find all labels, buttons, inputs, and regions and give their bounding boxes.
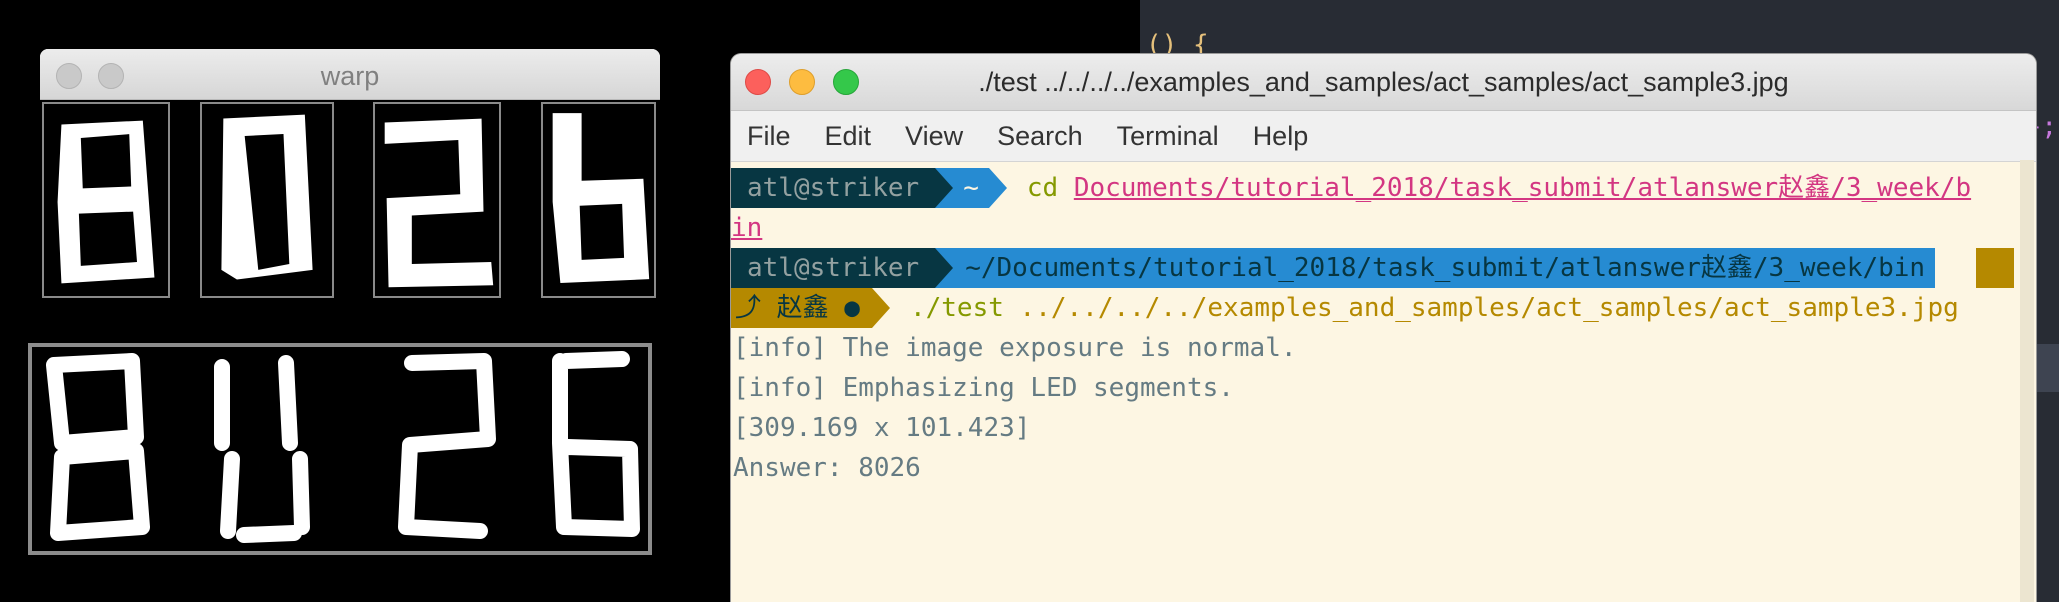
warp-digit-2 [373, 102, 501, 298]
prompt-user: atl@striker [731, 168, 936, 208]
powerline-separator [988, 168, 1007, 208]
digit-0-glyph [221, 114, 313, 280]
git-branch-segment: ⤴ 赵鑫 ● [731, 288, 872, 328]
warp-window: warp [40, 49, 660, 301]
warp-titlebar[interactable]: warp [40, 49, 660, 100]
terminal-titlebar[interactable]: ./test ../../../../examples_and_samples/… [731, 54, 2036, 111]
digit-2-glyph [384, 118, 494, 288]
output-line: [309.169 x 101.423] [733, 413, 1031, 443]
prompt-line-1: atl@striker ~ cd Documents/tutorial_2018/t… [731, 168, 2036, 208]
led-digits-outline [46, 351, 640, 543]
scrollbar[interactable] [2020, 160, 2034, 602]
menu-edit[interactable]: Edit [825, 121, 872, 152]
digit-6-glyph [552, 113, 650, 284]
window-title: warp [320, 61, 380, 91]
digit-8-glyph [57, 120, 155, 284]
window-title: ./test ../../../../examples_and_samples/… [978, 67, 1789, 97]
menu-bar: File Edit View Search Terminal Help [731, 111, 2036, 162]
prompt-line-1-wrap: in [731, 208, 2036, 248]
warp-digit-0 [200, 102, 334, 298]
terminal-window: ./test ../../../../examples_and_samples/… [731, 54, 2036, 602]
led-camera-image [28, 343, 652, 555]
command-text: cd [1026, 173, 1059, 203]
powerline-separator [935, 168, 954, 208]
output-line: [info] The image exposure is normal. [733, 333, 1297, 363]
menu-terminal[interactable]: Terminal [1117, 121, 1219, 152]
prompt-line-3: ⤴ 赵鑫 ● ./test ../../../../examples_and_sa… [731, 288, 2036, 328]
menu-search[interactable]: Search [997, 121, 1083, 152]
prompt-dir: ~ [953, 168, 989, 208]
powerline-separator [871, 288, 890, 328]
prompt-right-cap [1976, 248, 2014, 288]
menu-view[interactable]: View [905, 121, 963, 152]
output-line: [info] Emphasizing LED segments. [733, 373, 1234, 403]
command-args: ../../../../examples_and_samples/act_sam… [1019, 293, 1959, 323]
path-link-wrap[interactable]: in [731, 213, 762, 243]
command-text: ./test [909, 293, 1004, 323]
prompt-dir: ~/Documents/tutorial_2018/task_submit/at… [953, 248, 1936, 288]
prompt-user: atl@striker [731, 248, 936, 288]
warp-image [40, 100, 660, 301]
powerline-separator [935, 248, 954, 288]
terminal-output[interactable]: atl@striker ~ cd Documents/tutorial_2018/t… [731, 162, 2036, 488]
path-link[interactable]: Documents/tutorial_2018/task_submit/atla… [1074, 173, 1971, 203]
warp-digit-6 [541, 102, 656, 298]
warp-digit-8 [42, 102, 170, 298]
menu-help[interactable]: Help [1253, 121, 1309, 152]
output-answer: Answer: 8026 [733, 453, 921, 483]
prompt-line-2: atl@striker ~/Documents/tutorial_2018/tas… [731, 248, 2036, 288]
menu-file[interactable]: File [747, 121, 791, 152]
